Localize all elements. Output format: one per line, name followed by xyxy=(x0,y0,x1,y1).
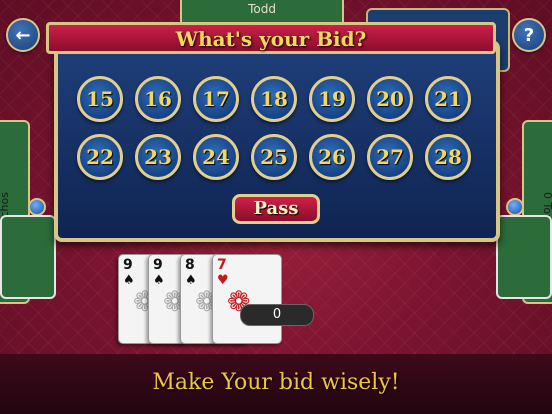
help-icon[interactable]: ? xyxy=(512,18,546,52)
bid-dialog-header: What's your Bid? xyxy=(46,22,496,54)
bid-button[interactable]: 26 xyxy=(309,134,355,180)
back-arrow-icon[interactable]: ← xyxy=(6,18,40,52)
bid-button[interactable]: 22 xyxy=(77,134,123,180)
bid-button[interactable]: 27 xyxy=(367,134,413,180)
bid-button[interactable]: 25 xyxy=(251,134,297,180)
bid-button[interactable]: 15 xyxy=(77,76,123,122)
card-rank: 8 xyxy=(185,257,195,273)
left-gem-icon xyxy=(28,198,46,216)
bid-dialog-title: What's your Bid? xyxy=(175,27,367,51)
bid-button[interactable]: 19 xyxy=(309,76,355,122)
right-card-pile xyxy=(496,215,552,299)
pass-button[interactable]: Pass xyxy=(232,194,320,224)
left-card-pile xyxy=(0,215,56,299)
bid-button[interactable]: 17 xyxy=(193,76,239,122)
bid-button[interactable]: 24 xyxy=(193,134,239,180)
bid-button[interactable]: 23 xyxy=(135,134,181,180)
card-rank: 9 xyxy=(123,257,133,273)
hand-card[interactable]: 7 ♥ ❁ xyxy=(212,254,282,344)
right-gem-icon xyxy=(506,198,524,216)
card-rank: 9 xyxy=(153,257,163,273)
score-pill: 0 xyxy=(240,304,314,326)
bid-button[interactable]: 21 xyxy=(425,76,471,122)
card-rank: 7 xyxy=(217,257,227,273)
bid-button[interactable]: 20 xyxy=(367,76,413,122)
bid-button[interactable]: 18 xyxy=(251,76,297,122)
bid-button[interactable]: 28 xyxy=(425,134,471,180)
top-player-name: Todd xyxy=(248,2,276,16)
footer-caption: Make Your bid wisely! xyxy=(152,370,400,395)
bid-button[interactable]: 16 xyxy=(135,76,181,122)
